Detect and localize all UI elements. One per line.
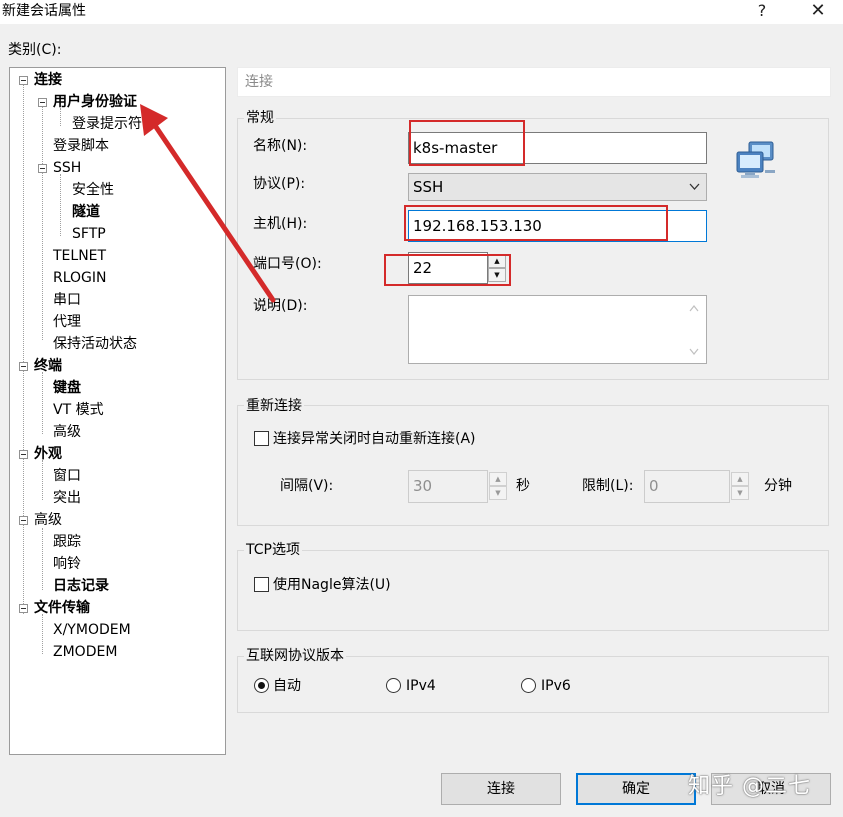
connect-button[interactable]: 连接 xyxy=(441,773,561,805)
tree-connector xyxy=(42,528,43,590)
auto-reconnect-label[interactable]: 连接异常关闭时自动重新连接(A) xyxy=(273,429,476,449)
tcp-group-title: TCP选项 xyxy=(244,540,302,560)
tree-item-rlogin[interactable]: RLOGIN xyxy=(53,268,107,288)
protocol-select[interactable]: SSH xyxy=(408,173,707,201)
tree-connector xyxy=(42,106,43,340)
ip-auto-label[interactable]: 自动 xyxy=(273,676,301,696)
watermark: 知乎 @二七 xyxy=(688,774,811,799)
tree-item-login-script[interactable]: 登录脚本 xyxy=(53,136,109,156)
tree-item-user-auth[interactable]: 用户身份验证 xyxy=(53,92,137,112)
limit-label: 限制(L): xyxy=(582,478,634,494)
tree-item-trace[interactable]: 跟踪 xyxy=(53,532,81,552)
spin-down-icon[interactable]: ▼ xyxy=(731,486,749,500)
annotation-box-host xyxy=(404,205,668,241)
window-title: 新建会话属性 xyxy=(2,3,86,19)
interval-input[interactable]: 30 xyxy=(408,470,488,503)
tree-item-security[interactable]: 安全性 xyxy=(72,180,114,200)
ipv4-radio[interactable] xyxy=(386,678,401,693)
tree-item-appearance[interactable]: 外观 xyxy=(34,444,62,464)
nagle-checkbox[interactable] xyxy=(254,577,269,592)
spin-up-icon[interactable]: ▲ xyxy=(489,472,507,486)
section-title: 连接 xyxy=(245,74,273,90)
reconnect-group xyxy=(237,405,829,526)
tree-item-terminal-advanced[interactable]: 高级 xyxy=(53,422,81,442)
ipv6-radio[interactable] xyxy=(521,678,536,693)
interval-stepper[interactable]: ▲ ▼ xyxy=(489,472,507,501)
section-header xyxy=(237,67,831,97)
tree-item-proxy[interactable]: 代理 xyxy=(53,312,81,332)
spin-up-icon[interactable]: ▲ xyxy=(731,472,749,486)
limit-input[interactable]: 0 xyxy=(644,470,730,503)
interval-unit: 秒 xyxy=(516,478,530,494)
nagle-label[interactable]: 使用Nagle算法(U) xyxy=(273,575,391,595)
ok-button[interactable]: 确定 xyxy=(576,773,696,805)
annotation-box-name xyxy=(409,120,525,166)
tree-item-sftp[interactable]: SFTP xyxy=(72,224,106,244)
reconnect-group-title: 重新连接 xyxy=(244,396,304,416)
protocol-value: SSH xyxy=(413,178,444,196)
tree-item-ssh[interactable]: SSH xyxy=(53,158,81,178)
tree-item-file-transfer[interactable]: 文件传输 xyxy=(34,598,90,618)
chevron-down-icon xyxy=(689,183,700,190)
computer-network-icon xyxy=(736,141,775,178)
collapse-icon[interactable] xyxy=(38,164,47,173)
limit-stepper[interactable]: ▲ ▼ xyxy=(731,472,749,501)
collapse-icon[interactable] xyxy=(19,604,28,613)
textarea-scrollbar[interactable] xyxy=(688,303,700,358)
tree-connector xyxy=(42,372,43,434)
tree-item-advanced[interactable]: 高级 xyxy=(34,510,62,530)
tree-item-highlight[interactable]: 突出 xyxy=(53,488,81,508)
tree-item-keepalive[interactable]: 保持活动状态 xyxy=(53,334,137,354)
tree-item-bell[interactable]: 响铃 xyxy=(53,554,81,574)
tree-item-serial[interactable]: 串口 xyxy=(53,290,81,310)
category-label: 类别(C): xyxy=(8,42,62,58)
tree-connector xyxy=(60,174,61,236)
collapse-icon[interactable] xyxy=(38,98,47,107)
annotation-box-port xyxy=(384,254,511,286)
tree-connector xyxy=(42,460,43,500)
tree-item-tunnel[interactable]: 隧道 xyxy=(72,202,100,222)
ip-version-group-title: 互联网协议版本 xyxy=(244,646,346,666)
collapse-icon[interactable] xyxy=(19,450,28,459)
help-button[interactable]: ? xyxy=(750,0,774,22)
tree-connector xyxy=(42,614,43,654)
ip-auto-radio[interactable] xyxy=(254,678,269,693)
tree-item-keyboard[interactable]: 键盘 xyxy=(53,378,81,398)
tree-item-terminal[interactable]: 终端 xyxy=(34,356,62,376)
auto-reconnect-checkbox[interactable] xyxy=(254,431,269,446)
description-textarea[interactable] xyxy=(408,295,707,364)
tree-item-logging[interactable]: 日志记录 xyxy=(53,576,109,596)
tree-connector xyxy=(23,84,24,614)
ipv6-label[interactable]: IPv6 xyxy=(541,676,571,696)
collapse-icon[interactable] xyxy=(19,516,28,525)
close-button[interactable]: ✕ xyxy=(800,0,836,24)
tree-item-telnet[interactable]: TELNET xyxy=(53,246,106,266)
tree-item-zmodem[interactable]: ZMODEM xyxy=(53,642,117,662)
title-bar xyxy=(0,0,843,24)
tree-item-connection[interactable]: 连接 xyxy=(34,70,62,90)
tree-item-xymodem[interactable]: X/YMODEM xyxy=(53,620,131,640)
collapse-icon[interactable] xyxy=(19,76,28,85)
spin-down-icon[interactable]: ▼ xyxy=(489,486,507,500)
tree-item-vt-mode[interactable]: VT 模式 xyxy=(53,400,104,420)
interval-label: 间隔(V): xyxy=(280,478,334,494)
collapse-icon[interactable] xyxy=(19,362,28,371)
ipv4-label[interactable]: IPv4 xyxy=(406,676,436,696)
tree-item-window[interactable]: 窗口 xyxy=(53,466,81,486)
annotation-arrow-icon xyxy=(140,104,276,303)
limit-unit: 分钟 xyxy=(764,478,792,494)
